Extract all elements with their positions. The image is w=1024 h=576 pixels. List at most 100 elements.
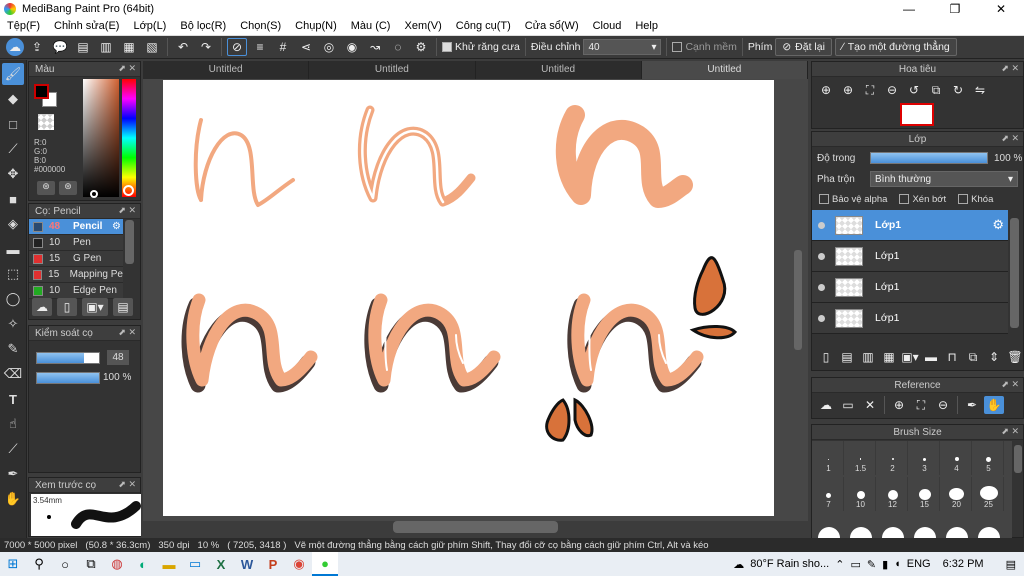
chrome-icon[interactable]: ◉ bbox=[286, 552, 312, 576]
tab-untitled-3[interactable]: Untitled bbox=[476, 61, 642, 79]
eraser-tool-icon[interactable]: ◆ bbox=[2, 88, 24, 110]
volume-icon[interactable]: ◖ bbox=[894, 558, 901, 570]
cloud-open-icon[interactable]: ☁ bbox=[816, 396, 836, 414]
bucket-tool-icon[interactable]: ◈ bbox=[2, 213, 24, 235]
network-icon[interactable]: ▭ bbox=[850, 558, 860, 571]
canvas-horizontal-scrollbar[interactable] bbox=[393, 521, 558, 533]
tray-chevron-icon[interactable]: ⌃ bbox=[835, 558, 844, 571]
search-icon[interactable]: ⚲ bbox=[26, 552, 52, 576]
zoom-in-icon[interactable]: ⊕ bbox=[889, 396, 909, 414]
divide-tool-icon[interactable]: ⟋ bbox=[2, 438, 24, 460]
expand-icon[interactable]: ⬈ ✕ bbox=[1001, 63, 1019, 74]
correction-select[interactable]: 40 ▾ bbox=[583, 39, 662, 55]
language-indicator[interactable]: ENG bbox=[907, 558, 931, 570]
visibility-icon[interactable] bbox=[818, 314, 825, 322]
snap-parallel-icon[interactable]: ≡ bbox=[250, 38, 270, 56]
rotate-left-icon[interactable]: ↺ bbox=[904, 81, 924, 99]
swap-color-icon[interactable]: ⊛ bbox=[59, 181, 77, 195]
zoom-in-2-icon[interactable]: ⊕ bbox=[838, 81, 858, 99]
new-brush-icon[interactable]: ▯ bbox=[57, 298, 77, 316]
cortana-icon[interactable]: ○ bbox=[52, 552, 78, 576]
flip-icon[interactable]: ⇋ bbox=[970, 81, 990, 99]
brush-size-value[interactable]: 48 bbox=[107, 350, 129, 365]
brush-settings-icon[interactable]: ▤ bbox=[113, 298, 133, 316]
menu-color[interactable]: Màu (C) bbox=[344, 20, 398, 32]
brush-list-scrollbar[interactable] bbox=[125, 220, 134, 264]
cloud-icon[interactable]: ☁ bbox=[6, 38, 24, 56]
brush-size-scrollbar[interactable] bbox=[1014, 445, 1022, 473]
select-pen-tool-icon[interactable]: ✎ bbox=[2, 338, 24, 360]
brush-list-item[interactable]: 15 Mapping Pe bbox=[29, 267, 123, 283]
layout-icon[interactable]: ▧ bbox=[142, 38, 162, 56]
undo-icon[interactable]: ↶ bbox=[173, 38, 193, 56]
notification-icon[interactable]: ▤ bbox=[1006, 558, 1016, 571]
transparent-swatch[interactable] bbox=[38, 114, 54, 130]
dot-tool-icon[interactable]: ⟋ bbox=[2, 138, 24, 160]
tab-untitled-1[interactable]: Untitled bbox=[143, 61, 310, 79]
add-brush-icon[interactable]: ▣▾ bbox=[82, 298, 108, 316]
navigator-thumbnail[interactable] bbox=[900, 103, 934, 126]
snap-concentric-icon[interactable]: ◉ bbox=[342, 38, 362, 56]
fit-icon[interactable]: ⛶ bbox=[860, 81, 880, 99]
menu-view[interactable]: Xem(V) bbox=[397, 20, 448, 32]
layer-opacity-slider[interactable] bbox=[870, 152, 988, 164]
clipping-checkbox[interactable] bbox=[899, 194, 910, 205]
lock-checkbox[interactable] bbox=[958, 194, 969, 205]
menu-filter[interactable]: Bộ lọc(R) bbox=[173, 20, 233, 32]
primary-color-swatch[interactable] bbox=[34, 84, 49, 99]
app-icon-1[interactable]: ◍ bbox=[104, 552, 130, 576]
brush-size-cell[interactable]: 4 bbox=[942, 441, 972, 475]
canvas-paper[interactable] bbox=[163, 80, 774, 516]
open-folder-icon[interactable]: ▭ bbox=[838, 396, 858, 414]
line-button[interactable]: ∕ Tạo một đường thẳng bbox=[834, 38, 957, 56]
reset-button[interactable]: ⊘ Đặt lại bbox=[775, 38, 832, 56]
layer-move-icon[interactable]: ⇕ bbox=[984, 348, 1004, 366]
eyedropper-icon[interactable]: ✒ bbox=[962, 396, 982, 414]
protect-alpha-checkbox[interactable] bbox=[819, 194, 829, 205]
close-reference-icon[interactable]: ✕ bbox=[860, 396, 880, 414]
powerpoint-icon[interactable]: P bbox=[260, 552, 286, 576]
hue-slider[interactable] bbox=[122, 79, 136, 197]
zoom-out-icon[interactable]: ⊖ bbox=[882, 81, 902, 99]
move-tool-icon[interactable]: ✥ bbox=[2, 163, 24, 185]
word-icon[interactable]: W bbox=[234, 552, 260, 576]
tab-untitled-2[interactable]: Untitled bbox=[309, 61, 476, 79]
comment-icon[interactable]: 💬 bbox=[50, 38, 70, 56]
expand-icon[interactable]: ⬈ ✕ bbox=[118, 63, 136, 74]
new-layer-icon[interactable]: ▯ bbox=[816, 348, 836, 366]
merge-down-icon[interactable]: ⊓ bbox=[942, 348, 962, 366]
edge-icon[interactable]: ◐ bbox=[130, 552, 156, 576]
visibility-icon[interactable] bbox=[818, 252, 825, 260]
medibang-icon[interactable]: ● bbox=[312, 552, 338, 576]
add-layer-dropdown-icon[interactable]: ▣▾ bbox=[900, 348, 920, 366]
duplicate-layer-icon[interactable]: ⧉ bbox=[963, 348, 983, 366]
minimize-button[interactable]: — bbox=[886, 0, 932, 17]
excel-icon[interactable]: X bbox=[208, 552, 234, 576]
brush-list-item[interactable]: 10 Edge Pen bbox=[29, 283, 123, 299]
new-8bit-layer-icon[interactable]: ▥ bbox=[858, 348, 878, 366]
brush-size-cell[interactable]: 15 bbox=[910, 477, 940, 511]
layer-row[interactable]: Lớp1 bbox=[812, 272, 1008, 303]
brush-list-item[interactable]: 48 Pencil ⚙ bbox=[29, 219, 123, 235]
brush-opacity-slider[interactable] bbox=[36, 372, 100, 384]
brush-size-cell[interactable]: 7 bbox=[814, 477, 844, 511]
fit-icon[interactable]: ⛶ bbox=[911, 396, 931, 414]
snap-circle-icon[interactable]: ◎ bbox=[319, 38, 339, 56]
weather-text[interactable]: 80°F Rain sho... bbox=[750, 558, 829, 570]
brush-size-cell[interactable]: 2 bbox=[878, 441, 908, 475]
hue-handle[interactable] bbox=[123, 185, 134, 196]
expand-icon[interactable]: ⬈ ✕ bbox=[118, 205, 136, 216]
gradient-tool-icon[interactable]: ▬ bbox=[2, 238, 24, 260]
text-tool-icon[interactable]: T bbox=[2, 388, 24, 410]
hand-icon[interactable]: ✋ bbox=[984, 396, 1004, 414]
lasso-tool-icon[interactable]: ◯ bbox=[2, 288, 24, 310]
menu-help[interactable]: Help bbox=[628, 20, 665, 32]
menu-file[interactable]: Tệp(F) bbox=[0, 20, 47, 32]
eyedropper-tool-icon[interactable]: ✒ bbox=[2, 463, 24, 485]
magic-wand-tool-icon[interactable]: ✧ bbox=[2, 313, 24, 335]
blend-select[interactable]: Bình thường ▾ bbox=[870, 171, 1018, 187]
palette-icon[interactable]: ⊛ bbox=[37, 181, 55, 195]
brush-size-cell[interactable]: 10 bbox=[846, 477, 876, 511]
visibility-icon[interactable] bbox=[818, 283, 825, 291]
expand-icon[interactable]: ⬈ ✕ bbox=[1001, 426, 1019, 437]
